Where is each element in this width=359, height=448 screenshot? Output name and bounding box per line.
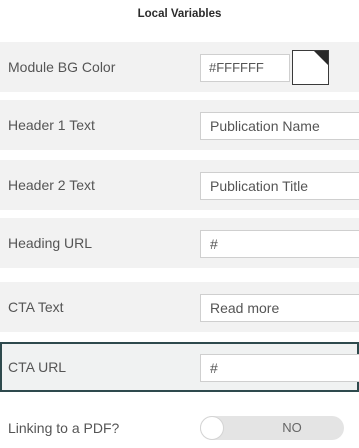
swatch-corner-icon <box>314 51 328 65</box>
heading-url-input[interactable]: # <box>200 230 359 258</box>
module-bg-color-input[interactable]: #FFFFFF <box>200 54 290 82</box>
linking-pdf-label: Linking to a PDF? <box>8 420 120 436</box>
cta-text-label: CTA Text <box>8 299 64 315</box>
header-2-text-label: Header 2 Text <box>8 177 95 193</box>
row-header-1-text: Header 1 Text Publication Name <box>0 100 359 150</box>
header-1-text-label: Header 1 Text <box>8 117 95 133</box>
heading-url-label: Heading URL <box>8 235 93 251</box>
cta-text-input[interactable]: Read more <box>200 294 359 322</box>
row-module-bg-color: Module BG Color #FFFFFF <box>0 42 359 92</box>
linking-pdf-toggle[interactable]: NO <box>200 416 344 440</box>
row-header-2-text: Header 2 Text Publication Title <box>0 160 359 210</box>
row-linking-pdf: Linking to a PDF? NO <box>0 408 359 448</box>
row-heading-url: Heading URL # <box>0 218 359 268</box>
toggle-knob <box>200 416 224 440</box>
cta-url-label: CTA URL <box>8 359 67 375</box>
row-cta-url: CTA URL # <box>0 342 359 392</box>
header-1-text-input[interactable]: Publication Name <box>200 112 359 140</box>
cta-url-input[interactable]: # <box>200 354 359 382</box>
color-swatch-button[interactable] <box>292 50 329 85</box>
row-cta-text: CTA Text Read more <box>0 282 359 332</box>
header-2-text-input[interactable]: Publication Title <box>200 172 359 200</box>
module-bg-color-label: Module BG Color <box>8 59 116 75</box>
toggle-state-text: NO <box>282 420 302 435</box>
panel-title: Local Variables <box>137 8 222 20</box>
